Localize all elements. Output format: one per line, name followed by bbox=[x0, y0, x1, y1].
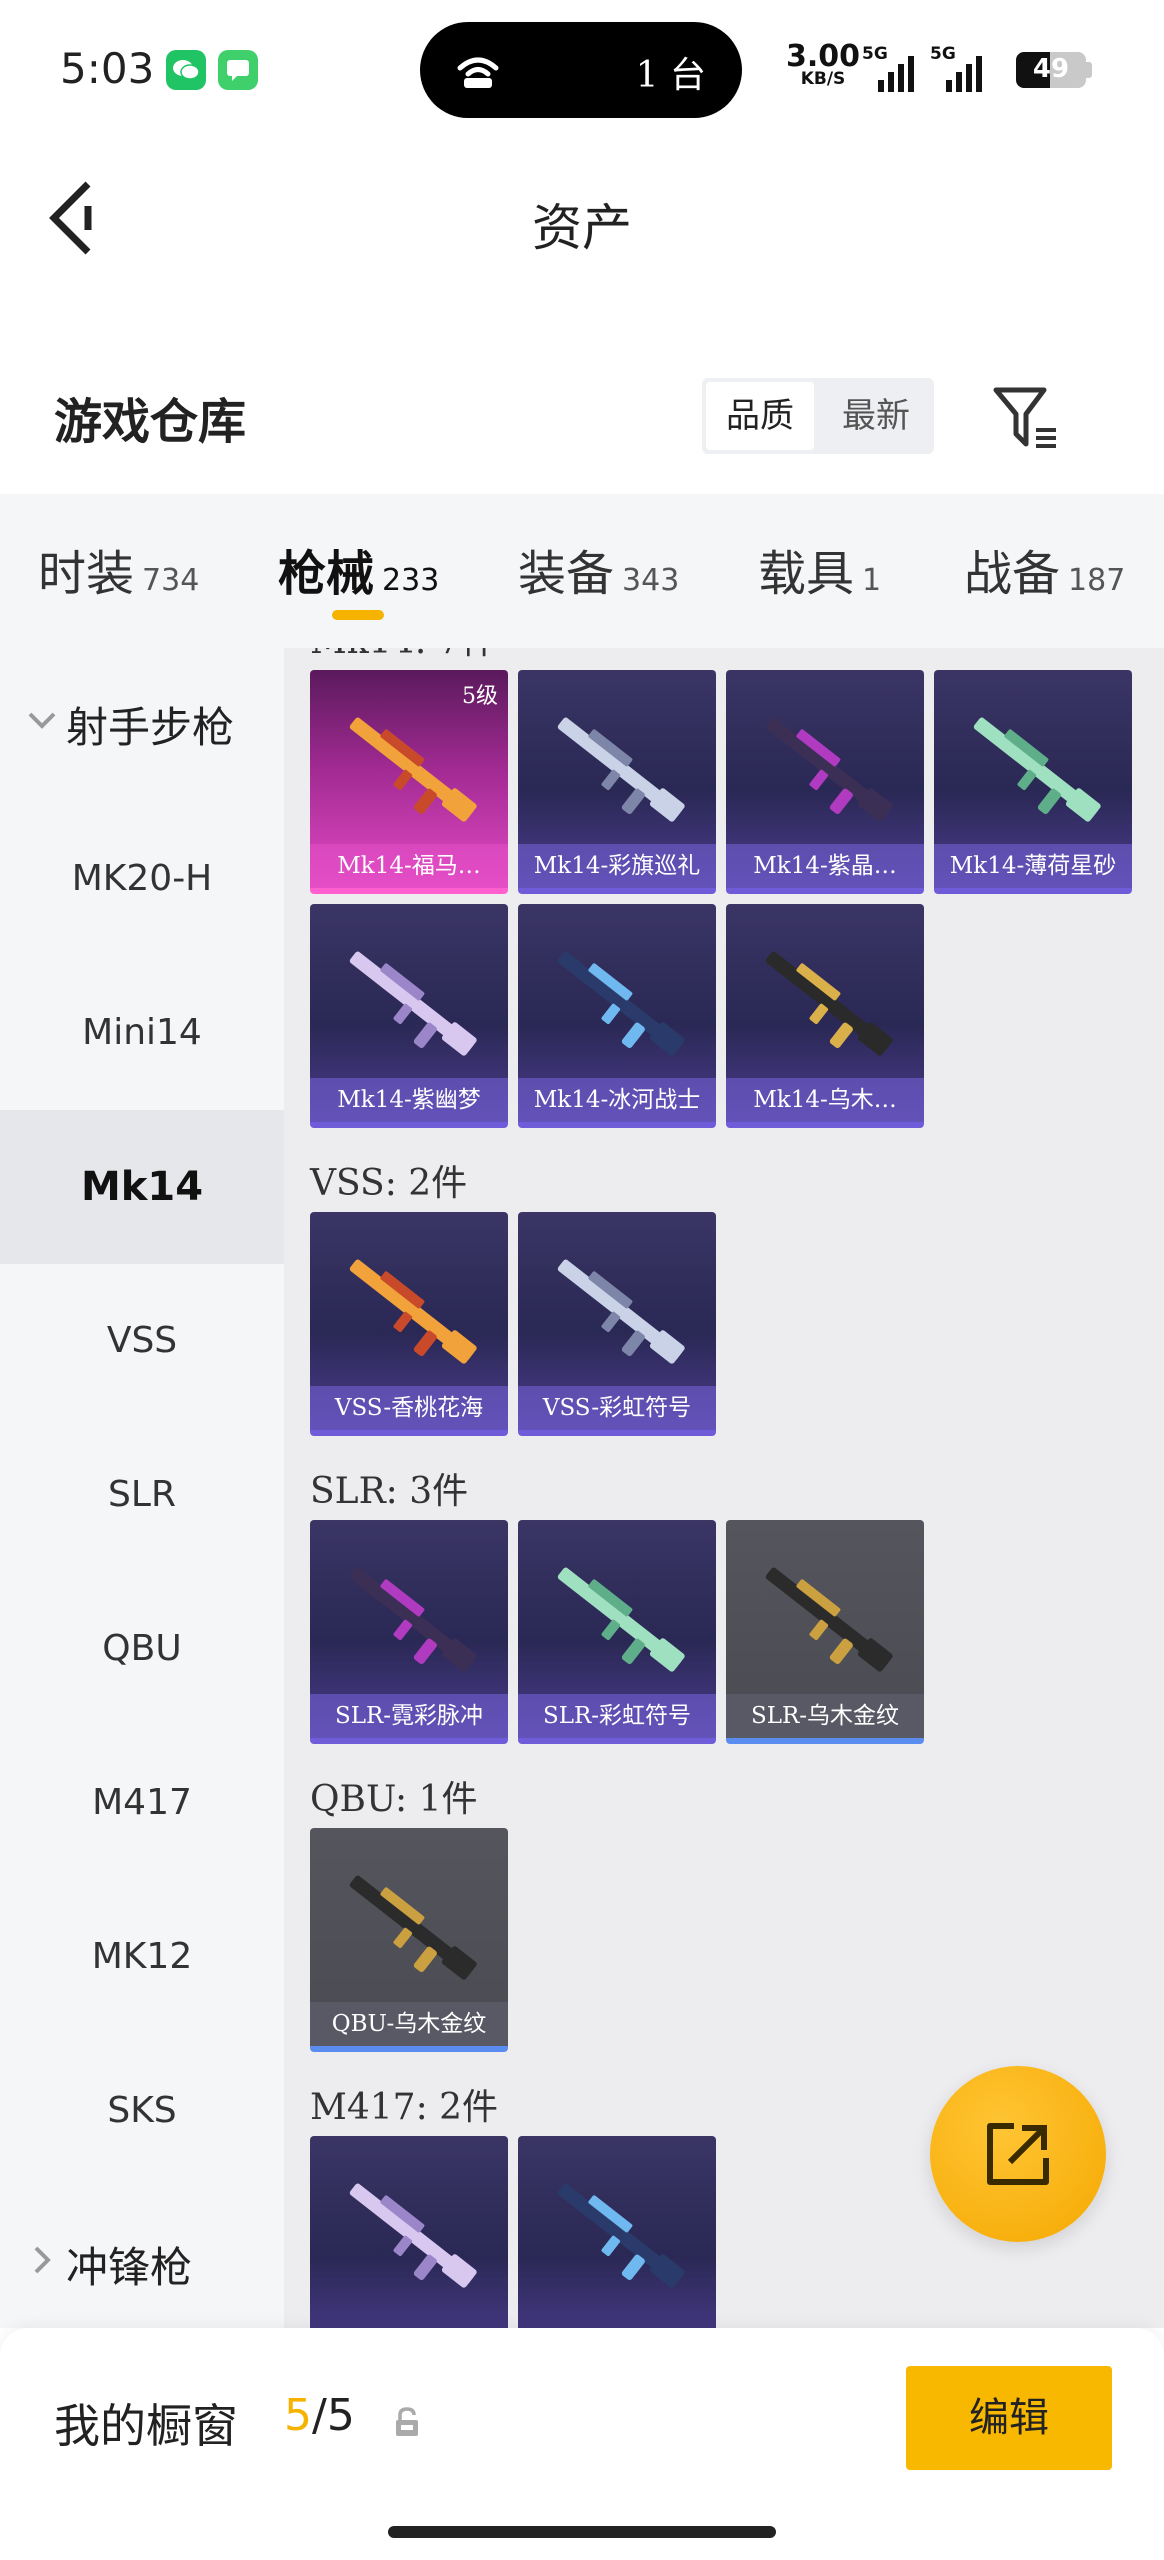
weapon-name: SLR-霓彩脉冲 bbox=[310, 1694, 508, 1738]
weapon-image bbox=[557, 2183, 685, 2288]
weapon-image bbox=[557, 951, 685, 1056]
weapon-card[interactable]: Mk14-薄荷星砂 bbox=[934, 670, 1132, 894]
sidebar-item-mk12[interactable]: MK12 bbox=[0, 1880, 284, 2034]
status-bar: 5:03 1 台 3.00 KB/S 5G 5G 49 bbox=[0, 0, 1164, 140]
sort-toggle: 品质 最新 bbox=[702, 378, 934, 454]
battery-icon: 49 bbox=[1016, 52, 1086, 88]
weapon-card[interactable]: VSS-香桃花海 bbox=[310, 1212, 508, 1436]
share-button[interactable] bbox=[930, 2066, 1106, 2242]
sidebar-item-mini14[interactable]: Mini14 bbox=[0, 956, 284, 1110]
sidebar-item-sks[interactable]: SKS bbox=[0, 2034, 284, 2188]
level-badge: 5级 bbox=[462, 684, 498, 709]
sort-quality-button[interactable]: 品质 bbox=[706, 382, 814, 450]
chevron-right-icon bbox=[34, 2246, 51, 2274]
weapon-name: QBU-乌木金纹 bbox=[310, 2002, 508, 2046]
weapon-image bbox=[349, 1259, 477, 1364]
filter-icon[interactable] bbox=[990, 382, 1062, 454]
weapon-card[interactable] bbox=[310, 2136, 508, 2328]
sidebar-item-m417[interactable]: M417 bbox=[0, 1726, 284, 1880]
weapon-image bbox=[349, 1875, 477, 1980]
tab-firearms[interactable]: 枪械 233 bbox=[278, 534, 439, 604]
message-icon bbox=[218, 50, 258, 90]
wechat-icon bbox=[166, 50, 206, 90]
weapon-name: Mk14-彩旗巡礼 bbox=[518, 844, 716, 888]
weapon-image bbox=[349, 951, 477, 1056]
weapon-image bbox=[349, 717, 477, 822]
lock-icon bbox=[396, 2407, 418, 2436]
sidebar-item-qbu[interactable]: QBU bbox=[0, 1572, 284, 1726]
weapon-card[interactable]: SLR-乌木金纹 bbox=[726, 1520, 924, 1744]
weapon-image bbox=[349, 2183, 477, 2288]
weapon-card[interactable]: 5级 Mk14-福马… bbox=[310, 670, 508, 894]
group-label: Mk14: 7件 bbox=[310, 648, 497, 664]
group-label: VSS: 2件 bbox=[310, 1163, 468, 1204]
sidebar-group-marksman-rifles[interactable]: 射手步枪 bbox=[0, 648, 284, 802]
weapon-name: SLR-彩虹符号 bbox=[518, 1694, 716, 1738]
weapon-card[interactable]: SLR-彩虹符号 bbox=[518, 1520, 716, 1744]
sidebar-item-vss[interactable]: VSS bbox=[0, 1264, 284, 1418]
weapon-name: Mk14-薄荷星砂 bbox=[934, 844, 1132, 888]
weapon-card[interactable]: Mk14-乌木… bbox=[726, 904, 924, 1128]
weapon-image bbox=[973, 717, 1101, 822]
weapon-name: VSS-彩虹符号 bbox=[518, 1386, 716, 1430]
status-time: 5:03 bbox=[60, 44, 155, 93]
weapon-image bbox=[765, 951, 893, 1056]
tab-vehicles[interactable]: 载具 1 bbox=[758, 534, 881, 604]
weapon-image bbox=[349, 1567, 477, 1672]
weapon-image bbox=[765, 717, 893, 822]
weapon-name: VSS-香桃花海 bbox=[310, 1386, 508, 1430]
dynamic-island: 1 台 bbox=[420, 22, 742, 118]
weapon-name: Mk14-紫晶… bbox=[726, 844, 924, 888]
weapon-card[interactable]: Mk14-紫幽梦 bbox=[310, 904, 508, 1128]
weapon-name: Mk14-福马… bbox=[310, 844, 508, 888]
group-label: QBU: 1件 bbox=[310, 1779, 478, 1820]
weapon-name: Mk14-冰河战士 bbox=[518, 1078, 716, 1122]
weapon-card[interactable]: Mk14-紫晶… bbox=[726, 670, 924, 894]
bottom-bar: 我的橱窗 5/5 编辑 bbox=[0, 2328, 1164, 2560]
sidebar-item-mk20h[interactable]: MK20-H bbox=[0, 802, 284, 956]
weapon-card[interactable]: Mk14-彩旗巡礼 bbox=[518, 670, 716, 894]
weapon-card[interactable]: SLR-霓彩脉冲 bbox=[310, 1520, 508, 1744]
weapon-name: Mk14-紫幽梦 bbox=[310, 1078, 508, 1122]
weapon-image bbox=[557, 717, 685, 822]
section-title: 游戏仓库 bbox=[54, 394, 247, 450]
weapon-name: SLR-乌木金纹 bbox=[726, 1694, 924, 1738]
tab-supplies[interactable]: 战备 187 bbox=[964, 534, 1125, 604]
sidebar-item-slr[interactable]: SLR bbox=[0, 1418, 284, 1572]
hotspot-count: 1 台 bbox=[635, 55, 706, 96]
group-label: M417: 2件 bbox=[310, 2087, 499, 2128]
sidebar-group-smgs[interactable]: 冲锋枪 bbox=[0, 2188, 284, 2328]
tab-fashion[interactable]: 时装 734 bbox=[38, 534, 199, 604]
category-tabs: 时装 734 枪械 233 装备 343 载具 1 战备 187 bbox=[0, 494, 1164, 648]
chevron-down-icon bbox=[28, 712, 56, 729]
showcase-label: 我的橱窗 bbox=[54, 2399, 238, 2453]
tab-equipment[interactable]: 装备 343 bbox=[518, 534, 679, 604]
weapon-image bbox=[557, 1567, 685, 1672]
showcase-count: 5/5 bbox=[284, 2390, 355, 2441]
weapon-name: Mk14-乌木… bbox=[726, 1078, 924, 1122]
group-label: SLR: 3件 bbox=[310, 1471, 469, 1512]
network-speed: 3.00 KB/S bbox=[786, 39, 861, 89]
weapon-card[interactable]: Mk14-冰河战士 bbox=[518, 904, 716, 1128]
weapon-card[interactable]: QBU-乌木金纹 bbox=[310, 1828, 508, 2052]
home-indicator bbox=[388, 2526, 776, 2538]
share-icon bbox=[987, 2123, 1049, 2185]
weapon-image bbox=[557, 1259, 685, 1364]
edit-button[interactable]: 编辑 bbox=[906, 2366, 1112, 2470]
sidebar: 射手步枪 MK20-H Mini14 Mk14 VSS SLR QBU M417… bbox=[0, 648, 284, 2328]
sidebar-item-mk14[interactable]: Mk14 bbox=[0, 1110, 284, 1264]
weapon-card[interactable] bbox=[518, 2136, 716, 2328]
active-tab-indicator bbox=[332, 610, 384, 620]
weapon-image bbox=[765, 1567, 893, 1672]
sort-newest-button[interactable]: 最新 bbox=[822, 382, 930, 450]
hotspot-icon bbox=[457, 57, 499, 88]
weapon-card[interactable]: VSS-彩虹符号 bbox=[518, 1212, 716, 1436]
page-title: 资产 bbox=[532, 199, 632, 257]
